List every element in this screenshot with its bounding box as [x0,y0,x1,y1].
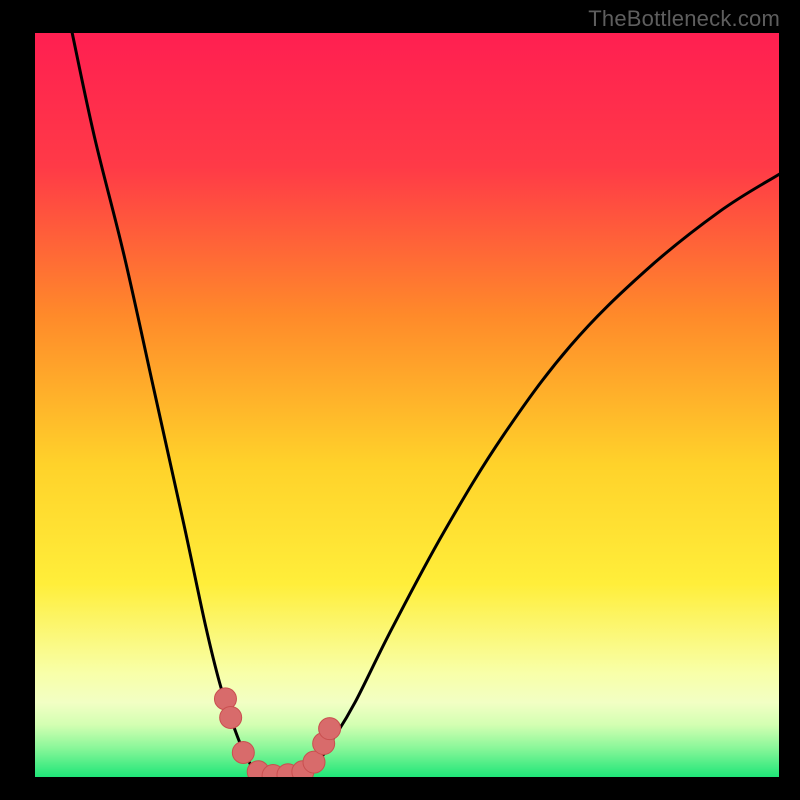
highlight-marker [319,718,341,740]
bottleneck-curve [72,33,779,776]
chart-frame: TheBottleneck.com [0,0,800,800]
chart-svg [35,33,779,777]
highlight-marker [232,741,254,763]
plot-area [35,33,779,777]
watermark-text: TheBottleneck.com [588,6,780,32]
highlight-marker [220,706,242,728]
